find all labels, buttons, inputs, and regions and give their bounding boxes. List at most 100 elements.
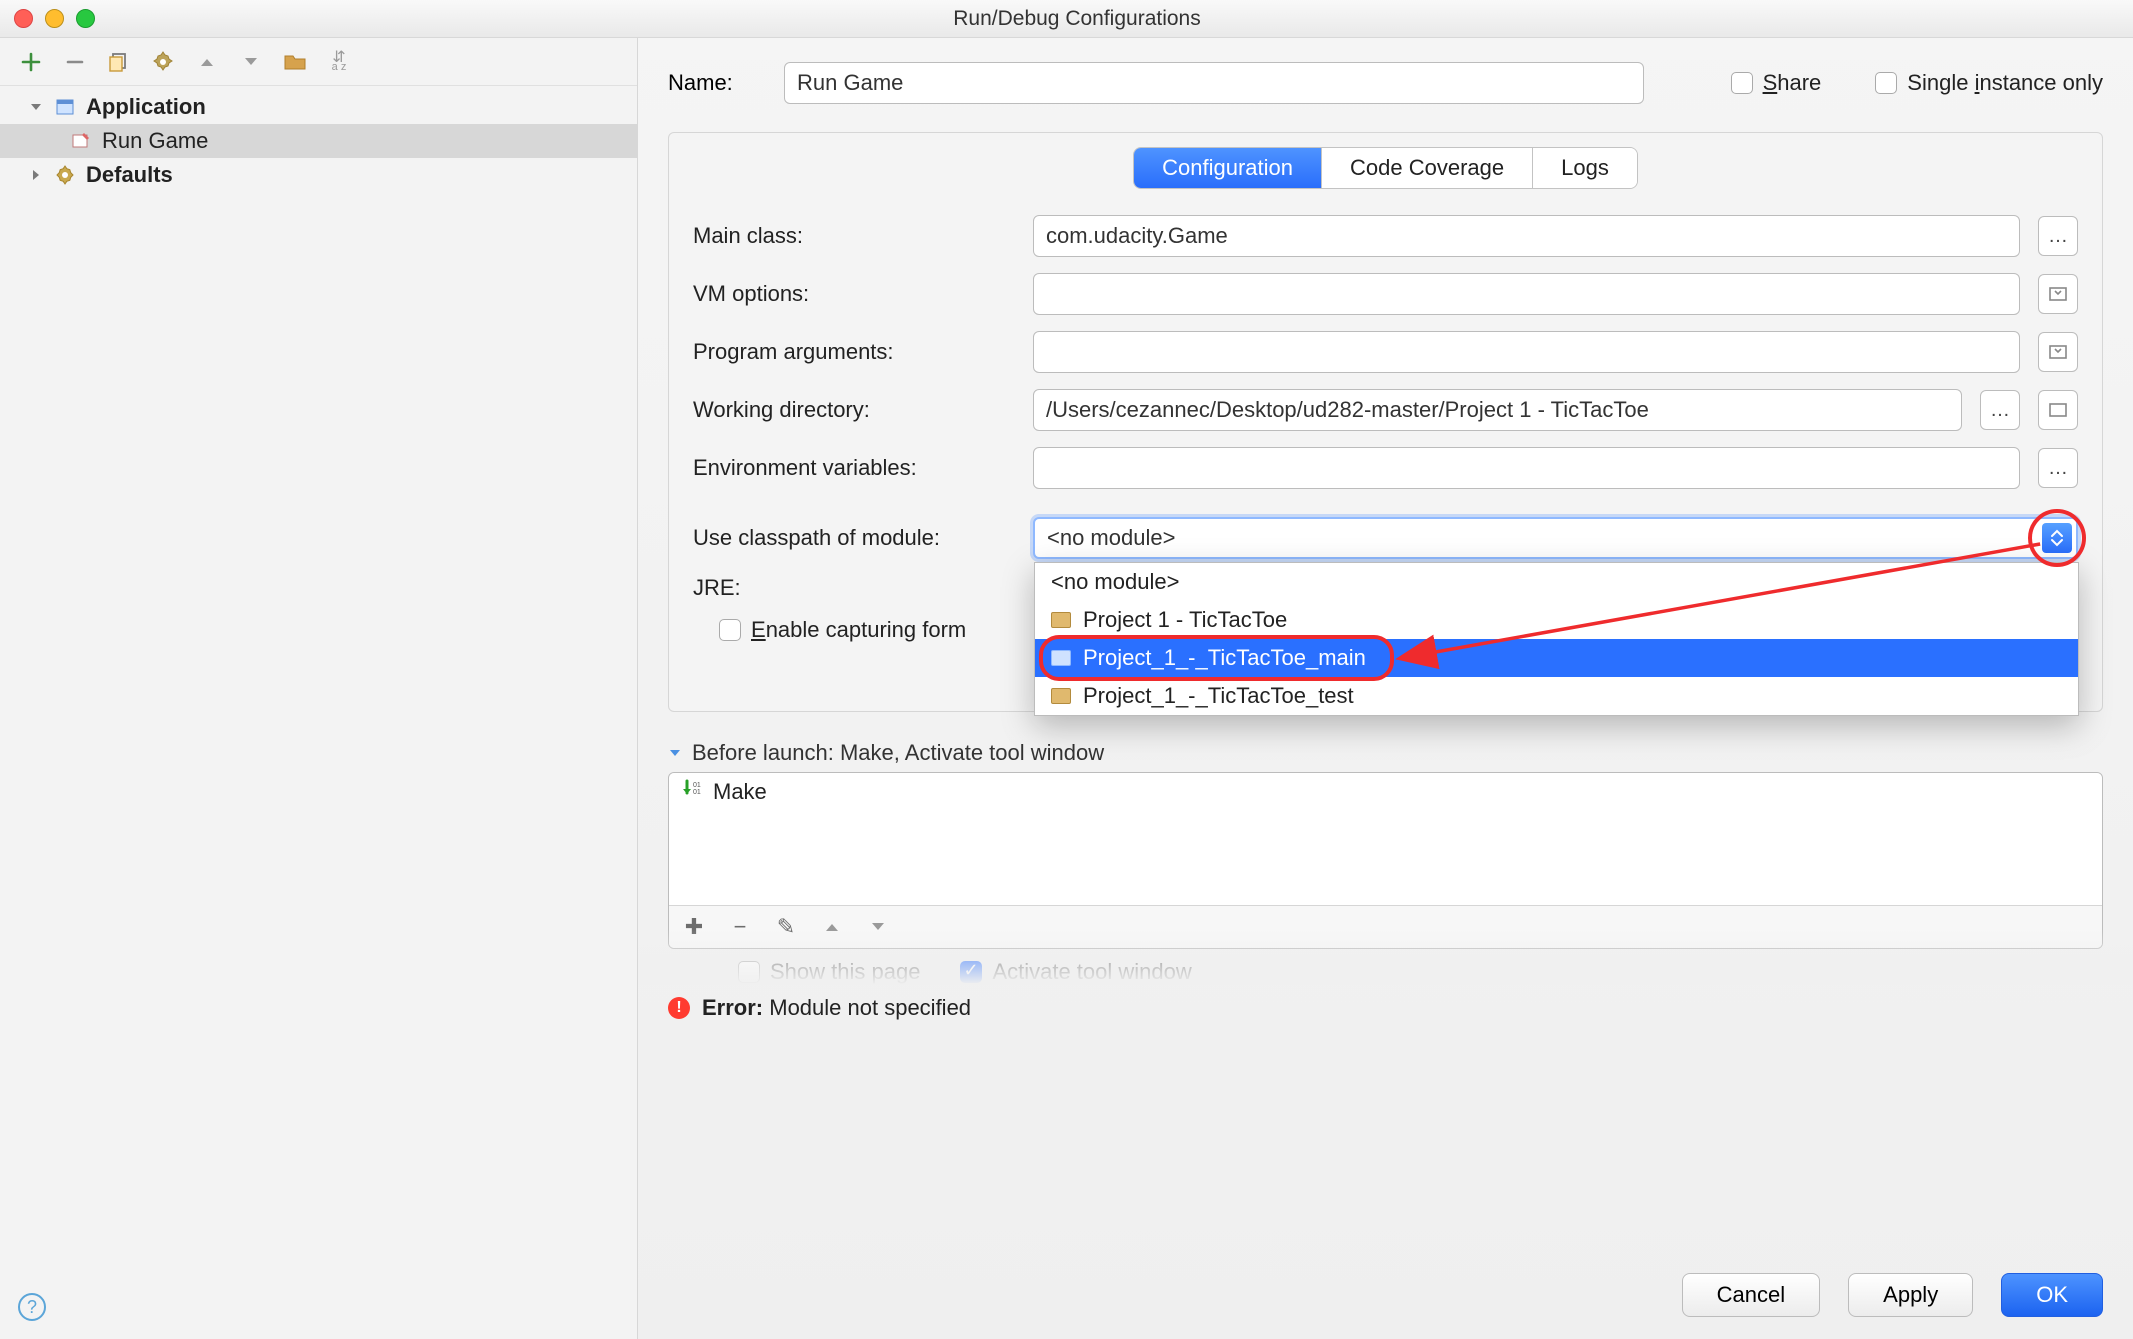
make-label: Make bbox=[713, 779, 767, 805]
module-option-project1-test[interactable]: Project_1_-_TicTacToe_test bbox=[1035, 677, 2078, 715]
enable-capturing-checkbox-box[interactable] bbox=[719, 619, 741, 641]
minimize-window-button[interactable] bbox=[45, 9, 64, 28]
before-launch-list[interactable]: 01 01 Make bbox=[669, 773, 2102, 905]
share-checkbox[interactable]: Share bbox=[1731, 70, 1822, 96]
error-icon: ! bbox=[668, 997, 690, 1019]
svg-text:01: 01 bbox=[693, 782, 701, 789]
dialog-footer: Cancel Apply OK bbox=[638, 1255, 2133, 1339]
settings-icon[interactable] bbox=[150, 49, 176, 75]
chevron-down-icon[interactable] bbox=[28, 101, 44, 113]
name-field[interactable] bbox=[784, 62, 1644, 104]
working-dir-vars-button[interactable] bbox=[2038, 390, 2078, 430]
env-vars-field[interactable] bbox=[1033, 447, 2020, 489]
main-class-label: Main class: bbox=[693, 223, 1015, 249]
opt-label: Project_1_-_TicTacToe_main bbox=[1083, 645, 1366, 671]
working-dir-browse-button[interactable]: … bbox=[1980, 390, 2020, 430]
tab-configuration[interactable]: Configuration bbox=[1134, 148, 1321, 188]
main-area: ⇵a z Application Run Gam bbox=[0, 38, 2133, 1339]
error-prefix: Error: bbox=[702, 995, 763, 1020]
module-dropdown[interactable]: <no module> Project 1 - TicTacToe Projec… bbox=[1034, 562, 2079, 716]
apply-button[interactable]: Apply bbox=[1848, 1273, 1973, 1317]
before-launch-header: Before launch: Make, Activate tool windo… bbox=[692, 740, 1104, 766]
module-select[interactable]: <no module> bbox=[1033, 517, 2078, 559]
configuration-panel: Configuration Code Coverage Logs Main cl… bbox=[668, 132, 2103, 712]
vm-options-field[interactable] bbox=[1033, 273, 2020, 315]
error-row: ! Error: Module not specified bbox=[638, 985, 2133, 1027]
ok-button[interactable]: OK bbox=[2001, 1273, 2103, 1317]
error-message: Module not specified bbox=[769, 995, 971, 1020]
fade-mask bbox=[638, 929, 2133, 985]
module-select-value: <no module> bbox=[1047, 525, 1175, 551]
tree-run-game-label: Run Game bbox=[102, 128, 208, 154]
tabs: Configuration Code Coverage Logs bbox=[1133, 147, 1638, 189]
sort-az-icon[interactable]: ⇵a z bbox=[326, 49, 352, 75]
folder-icon bbox=[1051, 612, 1071, 628]
program-args-field[interactable] bbox=[1033, 331, 2020, 373]
program-args-label: Program arguments: bbox=[693, 339, 1015, 365]
program-args-expand-button[interactable] bbox=[2038, 332, 2078, 372]
before-launch-box: 01 01 Make ✚ − ✎ bbox=[668, 772, 2103, 949]
single-instance-checkbox-box[interactable] bbox=[1875, 72, 1897, 94]
tree-defaults-label: Defaults bbox=[86, 162, 173, 188]
opt-label: Project_1_-_TicTacToe_test bbox=[1083, 683, 1354, 709]
svg-text:01: 01 bbox=[693, 789, 701, 796]
add-icon[interactable] bbox=[18, 49, 44, 75]
name-label: Name: bbox=[668, 70, 760, 96]
move-down-icon[interactable] bbox=[238, 49, 264, 75]
module-select-caret-icon[interactable] bbox=[2042, 523, 2072, 553]
single-instance-label: Single instance only bbox=[1907, 70, 2103, 96]
close-window-button[interactable] bbox=[14, 9, 33, 28]
before-launch-section: Before launch: Make, Activate tool windo… bbox=[668, 740, 2103, 949]
name-row: Name: Share Single instance only bbox=[638, 38, 2133, 114]
zoom-window-button[interactable] bbox=[76, 9, 95, 28]
left-panel: ⇵a z Application Run Gam bbox=[0, 38, 638, 1339]
folder-icon bbox=[1051, 688, 1071, 704]
remove-icon[interactable] bbox=[62, 49, 88, 75]
defaults-gear-icon bbox=[54, 164, 76, 186]
share-label-rest: hare bbox=[1777, 70, 1821, 95]
tree-defaults-node[interactable]: Defaults bbox=[0, 158, 637, 192]
share-checkbox-box[interactable] bbox=[1731, 72, 1753, 94]
copy-icon[interactable] bbox=[106, 49, 132, 75]
configurations-tree: Application Run Game Defaults bbox=[0, 86, 637, 1339]
tree-application-label: Application bbox=[86, 94, 206, 120]
application-icon bbox=[54, 96, 76, 118]
window-title: Run/Debug Configurations bbox=[95, 7, 2059, 31]
folder-icon bbox=[1051, 650, 1071, 666]
titlebar: Run/Debug Configurations bbox=[0, 0, 2133, 38]
right-panel: Name: Share Single instance only Configu… bbox=[638, 38, 2133, 1339]
before-launch-item-make[interactable]: 01 01 Make bbox=[681, 779, 2090, 805]
traffic-lights bbox=[14, 9, 95, 28]
opt-label: Project 1 - TicTacToe bbox=[1083, 607, 1287, 633]
chevron-down-icon[interactable] bbox=[668, 740, 682, 766]
module-label: Use classpath of module: bbox=[693, 525, 1015, 551]
working-dir-label: Working directory: bbox=[693, 397, 1015, 423]
enable-capturing-checkbox[interactable]: Enable capturing form bbox=[719, 617, 966, 643]
cancel-button[interactable]: Cancel bbox=[1682, 1273, 1820, 1317]
tab-code-coverage[interactable]: Code Coverage bbox=[1321, 148, 1532, 188]
module-option-no-module[interactable]: <no module> bbox=[1035, 563, 2078, 601]
left-toolbar: ⇵a z bbox=[0, 38, 637, 86]
tree-application-node[interactable]: Application bbox=[0, 90, 637, 124]
run-config-icon bbox=[70, 130, 92, 152]
main-class-browse-button[interactable]: … bbox=[2038, 216, 2078, 256]
working-dir-field[interactable] bbox=[1033, 389, 1962, 431]
tab-logs[interactable]: Logs bbox=[1532, 148, 1637, 188]
module-option-project1-main[interactable]: Project_1_-_TicTacToe_main bbox=[1035, 639, 2078, 677]
window: Run/Debug Configurations bbox=[0, 0, 2133, 1339]
module-option-project1[interactable]: Project 1 - TicTacToe bbox=[1035, 601, 2078, 639]
vm-options-expand-button[interactable] bbox=[2038, 274, 2078, 314]
help-icon[interactable]: ? bbox=[18, 1293, 46, 1321]
main-class-field[interactable] bbox=[1033, 215, 2020, 257]
tree-run-game-node[interactable]: Run Game bbox=[0, 124, 637, 158]
move-up-icon[interactable] bbox=[194, 49, 220, 75]
jre-label: JRE: bbox=[693, 575, 1015, 601]
env-vars-label: Environment variables: bbox=[693, 455, 1015, 481]
opt-label: <no module> bbox=[1051, 569, 1179, 595]
vm-options-label: VM options: bbox=[693, 281, 1015, 307]
chevron-right-icon[interactable] bbox=[28, 169, 44, 181]
env-vars-edit-button[interactable]: … bbox=[2038, 448, 2078, 488]
folder-icon[interactable] bbox=[282, 49, 308, 75]
make-icon: 01 01 bbox=[681, 779, 701, 805]
single-instance-checkbox[interactable]: Single instance only bbox=[1875, 70, 2103, 96]
